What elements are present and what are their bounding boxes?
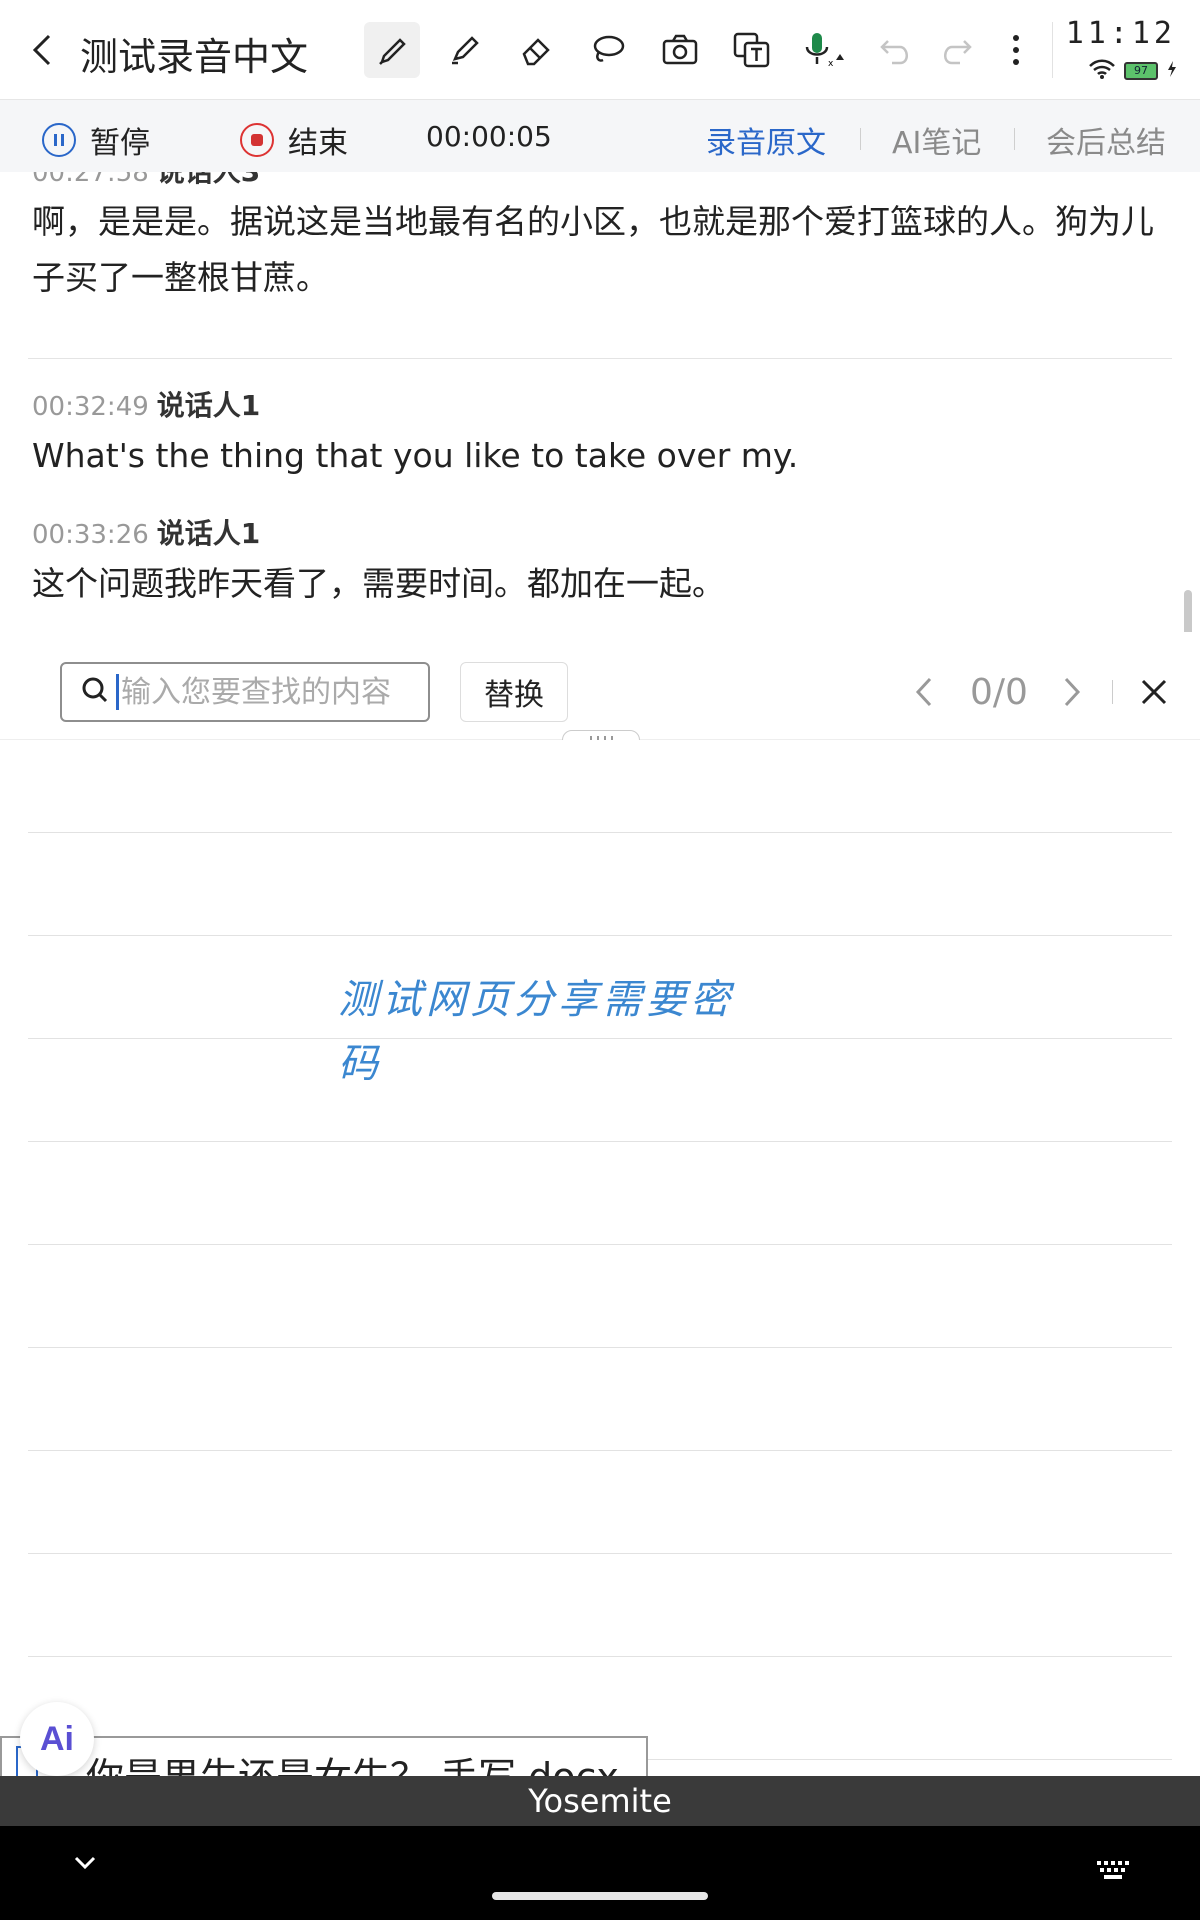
tab-transcript[interactable]: 录音原文 [706, 118, 826, 162]
stop-button[interactable]: 结束 [240, 118, 348, 162]
pause-icon [42, 123, 76, 157]
ruled-line [28, 832, 1172, 833]
back-icon[interactable] [22, 24, 62, 76]
segment-text: 这个问题我昨天看了，需要时间。都加在一起。 [32, 564, 725, 603]
segment-text: What's the thing that you like to take o… [32, 436, 799, 475]
redo-icon[interactable] [928, 22, 984, 78]
home-gesture-bar[interactable] [492, 1892, 708, 1900]
text-recognition-icon[interactable] [724, 22, 780, 78]
ruled-line [28, 1347, 1172, 1348]
transcript-segment[interactable]: 00:27:58 说话人3 啊，是是是。据说这是当地最有名的小区，也就是那个爱打篮… [32, 172, 1162, 306]
handwriting-canvas[interactable]: 测试网页分享需要密 码 [0, 740, 1200, 1776]
segment-meta: 00:33:26 说话人1 [32, 512, 1162, 552]
ruled-line [28, 1141, 1172, 1142]
transcript-panel[interactable]: 00:27:58 说话人3 啊，是是是。据说这是当地最有名的小区，也就是那个爱打篮… [0, 172, 1200, 632]
document-title: 你是男生还是女生？ 手写.docx [86, 1755, 619, 1780]
ruled-line [28, 1450, 1172, 1451]
find-divider [1112, 680, 1113, 704]
find-input[interactable] [121, 674, 401, 710]
top-toolbar: 测试录音中文 x 11:12 97 [0, 0, 1200, 100]
status-clock: 11:12 [1065, 16, 1176, 51]
segment-time: 00:27:58 [32, 172, 149, 188]
pause-label: 暂停 [90, 126, 150, 161]
segment-speaker: 说话人3 [157, 172, 260, 188]
replace-button[interactable]: 替换 [460, 662, 568, 722]
segment-time: 00:32:49 [32, 392, 149, 422]
handwriting-line: 测试网页分享需要密 [338, 977, 734, 1023]
undo-icon[interactable] [868, 22, 924, 78]
toolbar-divider [1052, 22, 1053, 78]
document-card[interactable]: 你是男生还是女生？ 手写.docx [0, 1736, 648, 1780]
voice-input-icon[interactable]: x [796, 22, 852, 78]
segment-divider [28, 358, 1172, 359]
keyboard-icon[interactable] [1096, 1860, 1130, 1880]
find-field[interactable] [60, 662, 430, 722]
match-count: 0/0 [970, 672, 1028, 713]
recording-bar: 暂停 结束 00:00:05 录音原文 AI笔记 会后总结 [0, 100, 1200, 172]
keyboard-suggestion-bar[interactable]: Yosemite [0, 1776, 1200, 1826]
hide-keyboard-icon[interactable] [72, 1850, 98, 1876]
handwritten-note: 测试网页分享需要密 码 [338, 968, 808, 1096]
segment-text: 啊，是是是。据说这是当地最有名的小区，也就是那个爱打篮球的人。狗为儿子买了一整根… [32, 202, 1154, 297]
segment-speaker: 说话人1 [156, 517, 261, 550]
tab-summary[interactable]: 会后总结 [1046, 118, 1166, 162]
segment-meta: 00:32:49 说话人1 [32, 384, 1162, 424]
ruled-line [28, 1553, 1172, 1554]
highlighter-icon[interactable] [436, 22, 492, 78]
status-indicators: 97 [1088, 58, 1178, 84]
segment-meta: 00:27:58 说话人3 [32, 172, 1162, 190]
segment-time: 00:33:26 [32, 520, 149, 550]
battery-icon: 97 [1124, 62, 1158, 80]
wifi-icon [1088, 58, 1116, 84]
find-bar: 替换 0/0 [0, 632, 1200, 740]
scrollbar-thumb[interactable] [1184, 590, 1192, 632]
ruled-line [28, 1244, 1172, 1245]
previous-match-icon[interactable] [904, 670, 944, 714]
next-match-icon[interactable] [1052, 670, 1092, 714]
ai-assistant-button[interactable]: Ai [20, 1702, 94, 1776]
text-caret [116, 674, 119, 710]
charging-icon [1166, 60, 1178, 82]
brush-pen-icon[interactable] [364, 22, 420, 78]
eraser-icon[interactable] [508, 22, 564, 78]
stop-label: 结束 [288, 126, 348, 161]
tab-divider [1014, 128, 1015, 150]
pause-button[interactable]: 暂停 [42, 118, 150, 162]
handwriting-line: 码 [338, 1041, 382, 1087]
page-title: 测试录音中文 [80, 35, 309, 79]
camera-icon[interactable] [652, 22, 708, 78]
close-icon[interactable] [1134, 670, 1174, 714]
ruled-line [28, 1656, 1172, 1657]
recording-timer: 00:00:05 [426, 120, 552, 153]
system-navigation-bar [0, 1826, 1200, 1920]
search-icon [80, 675, 110, 709]
tab-divider [860, 128, 861, 150]
svg-text:x: x [828, 59, 834, 69]
more-icon[interactable] [988, 22, 1044, 78]
transcript-segment[interactable]: 00:33:26 说话人1 这个问题我昨天看了，需要时间。都加在一起。 [32, 512, 1162, 612]
ruled-line [28, 935, 1172, 936]
transcript-segment[interactable]: 00:32:49 说话人1 What's the thing that you l… [32, 384, 1162, 484]
tab-ai-notes[interactable]: AI笔记 [892, 118, 981, 162]
lasso-icon[interactable] [580, 22, 636, 78]
stop-icon [240, 123, 274, 157]
segment-speaker: 说话人1 [156, 389, 261, 422]
